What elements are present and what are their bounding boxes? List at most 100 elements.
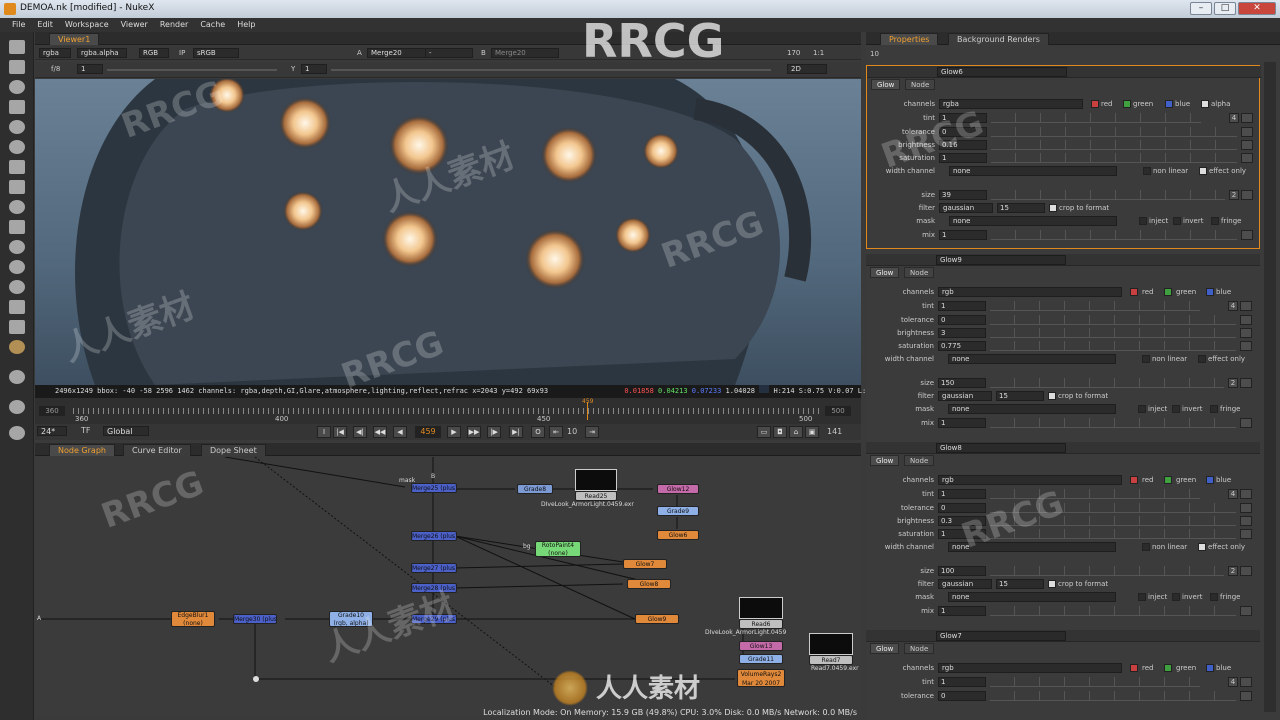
glow6-blue-checkbox[interactable] [1165, 100, 1173, 108]
glow8-saturation-slider[interactable] [990, 529, 1236, 539]
glow7-green-checkbox[interactable] [1164, 664, 1172, 672]
glow9-saturation-slider[interactable] [990, 341, 1236, 351]
glow7-name-field[interactable]: Glow7 [936, 631, 1066, 641]
glow9-tab-glow[interactable]: Glow [870, 267, 900, 278]
glow9-nonlinear-checkbox[interactable] [1142, 355, 1150, 363]
channel-tools-icon[interactable] [9, 100, 25, 114]
ocula-tools-icon[interactable] [9, 400, 25, 414]
glow8-blue-checkbox[interactable] [1206, 476, 1214, 484]
glow8-fringe-checkbox[interactable] [1210, 593, 1218, 601]
glow6-filter-dropdown[interactable]: gaussian [939, 203, 993, 213]
node-volumerays2[interactable]: VolumeRays2 Mar 20 2007 [737, 669, 785, 687]
glow7-tolerance-slider[interactable] [990, 691, 1236, 701]
glow6-tolerance-field[interactable]: 0 [939, 127, 987, 137]
glow6-tint-field[interactable]: 1 [939, 113, 987, 123]
gain-field[interactable]: 1 [77, 64, 103, 74]
node-glow9[interactable]: Glow9 [635, 614, 679, 624]
glow8-tint-count[interactable]: 4 [1228, 489, 1238, 499]
glow9-mix-field[interactable]: 1 [938, 418, 986, 428]
glow6-tab-glow[interactable]: Glow [871, 79, 901, 90]
glow9-mix-slider[interactable] [990, 418, 1236, 428]
first-frame-button[interactable]: |◀ [333, 426, 347, 438]
toolsets-icon[interactable] [9, 320, 25, 334]
max-panels-field[interactable]: 10 [870, 50, 879, 58]
frame-range-dropdown[interactable]: Global [103, 426, 149, 436]
glow8-size-field[interactable]: 100 [938, 566, 986, 576]
menu-workspace[interactable]: Workspace [65, 18, 109, 32]
glow9-tint-anim[interactable] [1240, 301, 1252, 311]
prev-keyframe-button[interactable]: ◀| [353, 426, 367, 438]
glow6-fringe-checkbox[interactable] [1211, 217, 1219, 225]
glow6-size-anim[interactable] [1241, 190, 1253, 200]
fstop-value[interactable]: f/8 [51, 62, 60, 76]
glow6-tolerance-slider[interactable] [991, 127, 1237, 137]
glow9-red-checkbox[interactable] [1130, 288, 1138, 296]
viewer-canvas[interactable] [35, 79, 861, 385]
glow6-alpha-checkbox[interactable] [1201, 100, 1209, 108]
menu-render[interactable]: Render [160, 18, 188, 32]
glow8-crop-checkbox[interactable] [1048, 580, 1056, 588]
glow6-tab-node[interactable]: Node [905, 79, 936, 90]
glow6-tint-slider[interactable] [991, 113, 1201, 123]
glow8-effect-only-checkbox[interactable] [1198, 543, 1206, 551]
node-merge26[interactable]: Merge26 (plus) [411, 531, 457, 541]
node-graph[interactable]: mask bg B A Merge25 (plus) Grade8 Read25… [35, 457, 861, 715]
glow8-tab-glow[interactable]: Glow [870, 455, 900, 466]
glow6-saturation-field[interactable]: 1 [939, 153, 987, 163]
close-window-button[interactable]: ✕ [1238, 2, 1276, 15]
tab-viewer1[interactable]: Viewer1 [49, 33, 100, 45]
glow8-tint-slider[interactable] [990, 489, 1200, 499]
current-frame-field[interactable]: 459 [415, 426, 441, 438]
glow6-inject-checkbox[interactable] [1139, 217, 1147, 225]
tab-node-graph[interactable]: Node Graph [49, 444, 115, 456]
glow9-brightness-field[interactable]: 3 [938, 328, 986, 338]
node-merge29[interactable]: Merge29 (plus) [411, 614, 457, 624]
glow9-fringe-checkbox[interactable] [1210, 405, 1218, 413]
glow6-mix-field[interactable]: 1 [939, 230, 987, 240]
merge-tools-icon[interactable] [9, 180, 25, 194]
snapshot-icon[interactable]: ◘ [773, 426, 787, 438]
glow9-mix-anim[interactable] [1240, 418, 1252, 428]
play-backward-button[interactable]: ◀ [393, 426, 407, 438]
glow6-red-checkbox[interactable] [1091, 100, 1099, 108]
glow9-tolerance-slider[interactable] [990, 315, 1236, 325]
menu-cache[interactable]: Cache [200, 18, 225, 32]
glow7-tint-field[interactable]: 1 [938, 677, 986, 687]
glow8-tolerance-field[interactable]: 0 [938, 503, 986, 513]
proxy-ratio[interactable]: 1:1 [813, 46, 824, 60]
node-grade8[interactable]: Grade8 [517, 484, 553, 494]
channels-dropdown[interactable]: rgba [39, 48, 71, 58]
keyer-tools-icon[interactable] [9, 160, 25, 174]
glow9-blue-checkbox[interactable] [1206, 288, 1214, 296]
tab-properties[interactable]: Properties [880, 33, 939, 45]
glow6-mask-dropdown[interactable]: none [949, 216, 1117, 226]
minimize-button[interactable]: – [1190, 2, 1212, 15]
glow8-red-checkbox[interactable] [1130, 476, 1138, 484]
glow8-filter-value[interactable]: 15 [996, 579, 1044, 589]
last-frame-button[interactable]: ▶| [509, 426, 523, 438]
glow6-brightness-anim[interactable] [1241, 140, 1253, 150]
properties-scrollbar[interactable] [1264, 62, 1276, 712]
furnace-tools-icon[interactable] [9, 370, 25, 384]
glow7-tint-slider[interactable] [990, 677, 1200, 687]
metadata-tools-icon[interactable] [9, 260, 25, 274]
glow6-brightness-slider[interactable] [991, 140, 1237, 150]
glow6-filter-value[interactable]: 15 [997, 203, 1045, 213]
particles-tools-icon[interactable] [9, 280, 25, 294]
glow8-filter-dropdown[interactable]: gaussian [938, 579, 992, 589]
glow6-width-channel-dropdown[interactable]: none [949, 166, 1117, 176]
glow6-saturation-slider[interactable] [991, 153, 1237, 163]
display-style-dropdown[interactable]: RGB [139, 48, 169, 58]
glow6-size-count[interactable]: 2 [1229, 190, 1239, 200]
menu-help[interactable]: Help [237, 18, 255, 32]
glow8-tint-field[interactable]: 1 [938, 489, 986, 499]
glow9-filter-value[interactable]: 15 [996, 391, 1044, 401]
node-glow6[interactable]: Glow6 [657, 530, 699, 540]
node-merge28[interactable]: Merge28 (plus) [411, 583, 457, 593]
view-mode-dropdown[interactable]: 2D [787, 64, 827, 74]
skip-back-button[interactable]: ⇤ [549, 426, 563, 438]
glow6-brightness-field[interactable]: 0.16 [939, 140, 987, 150]
vc-tools-icon[interactable] [9, 426, 25, 440]
step-forward-button[interactable]: ▶▶ [467, 426, 481, 438]
glow8-brightness-field[interactable]: 0.3 [938, 516, 986, 526]
